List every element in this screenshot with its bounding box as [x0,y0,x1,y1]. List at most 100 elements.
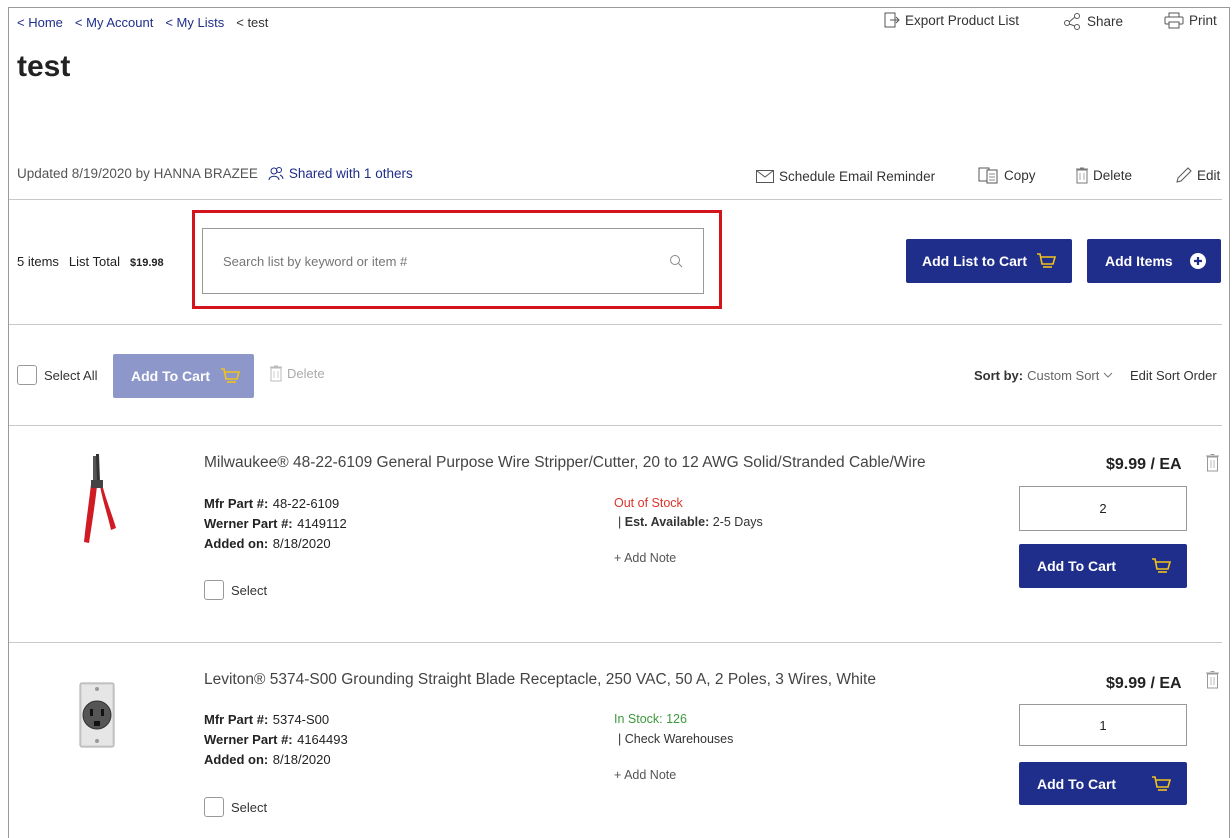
share-label: Share [1087,13,1124,29]
delete-label: Delete [1093,168,1133,183]
edit-label: Edit [1197,168,1221,183]
trash-icon [270,365,282,382]
breadcrumb-my-account[interactable]: < My Account [75,15,153,30]
trash-icon [1076,167,1088,184]
added-on-label: Added on: [204,752,269,767]
bulk-delete-label: Delete [287,366,325,381]
add-to-cart-label: Add To Cart [1037,558,1117,574]
breadcrumb-home[interactable]: < Home [17,15,63,30]
added-on: Added on: 8/18/2020 [204,750,348,770]
quantity-input[interactable]: 2 [1019,486,1187,531]
item-count: 5 items [17,254,59,269]
item-select-label: Select [231,582,268,598]
share-link[interactable]: Share [1063,12,1123,30]
check-warehouses-link[interactable]: Check Warehouses [625,732,734,746]
breadcrumb-current: < test [236,15,269,30]
pencil-icon [1175,167,1193,184]
mfr-part-value: 48-22-6109 [272,496,340,511]
mfr-part: Mfr Part #: 48-22-6109 [204,494,347,514]
export-product-list-link[interactable]: Export Product List [884,12,1019,28]
list-meta: Updated 8/19/2020 by HANNA BRAZEE Shared… [17,166,413,181]
bulk-add-to-cart-label: Add To Cart [131,368,211,384]
availability: | Est. Available: 2-5 Days [618,515,763,529]
add-to-cart-button[interactable]: Add To Cart [1019,544,1187,588]
breadcrumb: < Home < My Account < My Lists < test [17,15,268,30]
list-item: Leviton® 5374-S00 Grounding Straight Bla… [0,643,1232,838]
page-title: test [17,50,71,83]
select-all[interactable]: Select All [17,365,97,385]
list-summary: 5 items List Total $19.98 [17,254,164,269]
add-items-label: Add Items [1105,253,1173,269]
search-icon[interactable] [669,254,683,268]
print-icon [1164,12,1184,29]
product-image-receptacle[interactable] [78,681,116,754]
breadcrumb-my-lists-label: My Lists [176,15,225,30]
werner-part-value: 4149112 [297,516,347,531]
availability-value: 2-5 Days [712,515,763,529]
bulk-add-to-cart-button[interactable]: Add To Cart [113,354,254,398]
select-all-label: Select All [44,367,98,383]
availability[interactable]: | Check Warehouses [618,732,733,746]
shared-with-link[interactable]: Shared with 1 others [289,166,413,181]
print-label: Print [1189,13,1217,28]
schedule-email-reminder-link[interactable]: Schedule Email Reminder [756,169,935,184]
werner-part-label: Werner Part #: [204,516,293,531]
list-item: Milwaukee® 48-22-6109 General Purpose Wi… [0,426,1232,642]
mfr-part: Mfr Part #: 5374-S00 [204,710,348,730]
mfr-part-value: 5374-S00 [272,712,330,727]
breadcrumb-current-label: test [247,15,269,30]
plus-circle-icon [1189,252,1207,270]
stock-status: Out of Stock [614,496,683,510]
add-list-to-cart-button[interactable]: Add List to Cart [906,239,1072,283]
werner-part: Werner Part #: 4149112 [204,514,347,534]
cart-icon [1151,775,1171,793]
divider [9,199,1222,200]
item-select-checkbox[interactable] [204,797,224,817]
divider [9,324,1222,325]
export-icon [884,12,900,28]
product-title[interactable]: Milwaukee® 48-22-6109 General Purpose Wi… [204,454,926,472]
breadcrumb-home-label: Home [28,15,63,30]
mfr-part-label: Mfr Part #: [204,496,269,511]
cart-icon [1036,252,1056,270]
breadcrumb-my-account-label: My Account [86,15,154,30]
add-note-link[interactable]: + Add Note [614,551,676,565]
availability-label: Est. Available: [624,515,710,529]
item-select[interactable]: Select [204,797,267,817]
sort-by-label: Sort by: [974,368,1024,383]
availability-prefix: | [618,515,625,529]
product-title[interactable]: Leviton® 5374-S00 Grounding Straight Bla… [204,671,876,689]
bulk-delete-link[interactable]: Delete [270,365,325,382]
schedule-label: Schedule Email Reminder [779,169,936,184]
select-all-checkbox[interactable] [17,365,37,385]
search-field[interactable] [202,228,704,294]
chevron-down-icon [1103,372,1113,379]
item-delete-icon[interactable] [1206,453,1219,477]
added-on-value: 8/18/2020 [272,536,331,551]
item-delete-icon[interactable] [1206,670,1219,694]
add-to-cart-button[interactable]: Add To Cart [1019,762,1187,805]
users-icon [268,166,284,181]
sort-by-dropdown[interactable]: Sort by: Custom Sort [974,368,1113,383]
print-link[interactable]: Print [1164,12,1217,29]
share-icon [1063,12,1083,30]
copy-link[interactable]: Copy [978,167,1036,184]
item-select-label: Select [231,799,268,815]
edit-link[interactable]: Edit [1175,167,1220,184]
add-to-cart-label: Add To Cart [1037,775,1117,792]
item-select-checkbox[interactable] [204,580,224,600]
edit-sort-order-link[interactable]: Edit Sort Order [1130,368,1217,383]
search-input[interactable] [223,253,669,269]
list-total-label: List Total [68,254,120,269]
mfr-part-label: Mfr Part #: [204,712,269,727]
item-select[interactable]: Select [204,580,267,600]
list-total-value: $19.98 [129,257,164,269]
add-note-link[interactable]: + Add Note [614,768,676,782]
product-details: Mfr Part #: 48-22-6109 Werner Part #: 41… [204,494,347,554]
delete-list-link[interactable]: Delete [1076,167,1132,184]
updated-text: Updated 8/19/2020 by HANNA BRAZEE [17,166,258,181]
product-image-wire-stripper[interactable] [78,452,118,551]
breadcrumb-my-lists[interactable]: < My Lists [165,15,224,30]
quantity-input[interactable]: 1 [1019,704,1187,746]
add-items-button[interactable]: Add Items [1087,239,1221,283]
